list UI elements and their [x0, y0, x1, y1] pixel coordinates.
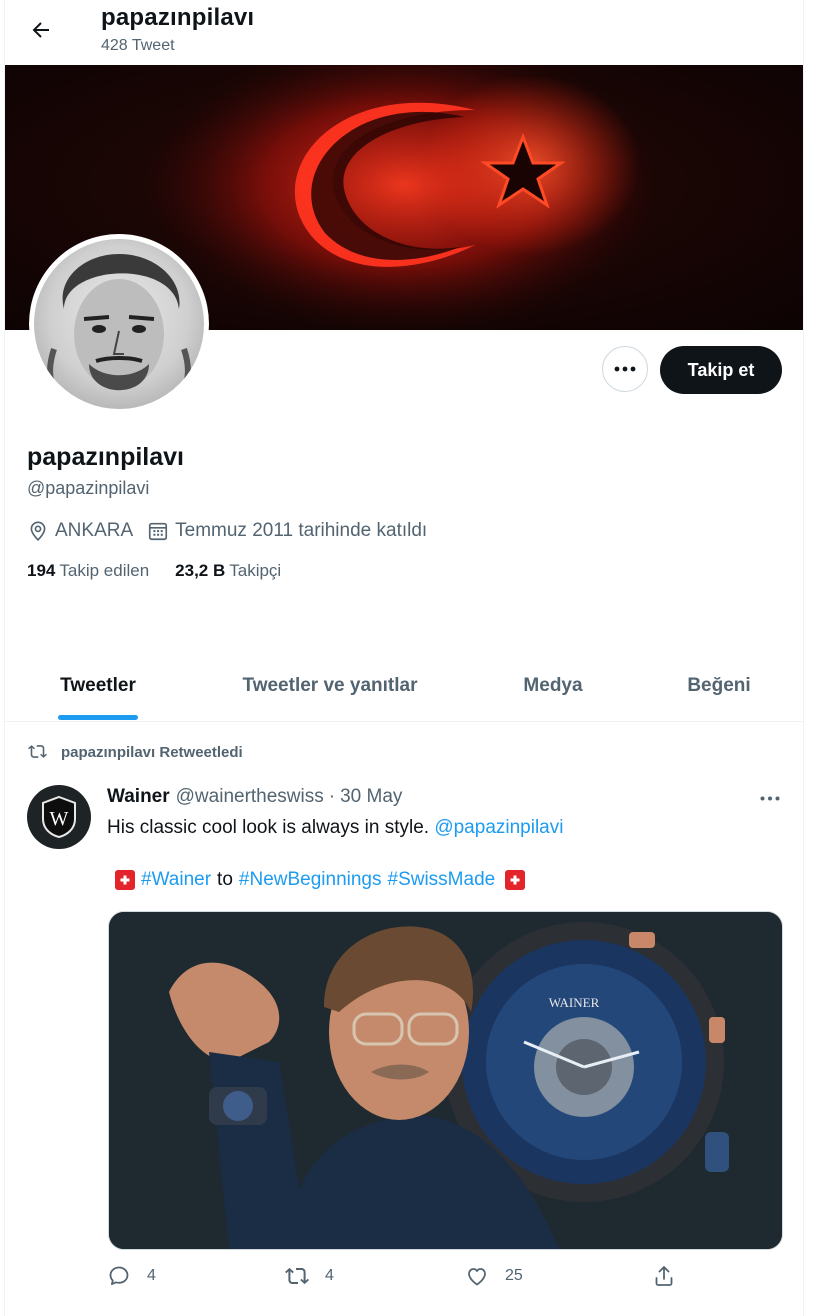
- joined-item: Temmuz 2011 tarihinde katıldı: [147, 520, 427, 542]
- retweet-notice-text: papazınpilavı Retweetledi: [61, 743, 243, 761]
- follow-button[interactable]: Takip et: [660, 346, 782, 394]
- header-title: papazınpilavı: [101, 4, 255, 31]
- profile-more-button[interactable]: [602, 346, 648, 392]
- reply-icon: [109, 1266, 129, 1285]
- hashtag-swissmade[interactable]: #SwissMade: [388, 869, 496, 891]
- profile-tabs: Tweetler Tweetler ve yanıtlar Medya Beğe…: [5, 650, 803, 722]
- following-link[interactable]: 194 Takip edilen: [27, 561, 149, 581]
- tweet-text: His classic cool look is always in style…: [107, 817, 563, 839]
- hashtag-newbeginnings[interactable]: #NewBeginnings: [239, 869, 382, 891]
- profile-avatar[interactable]: [29, 234, 209, 414]
- location-text: ANKARA: [55, 520, 134, 541]
- tweet-mention[interactable]: @papazinpilavi: [434, 817, 563, 838]
- profile-page: papazınpilavı 428 Tweet Takip et papazın…: [4, 0, 804, 1316]
- tweet-hashtags: #Wainer to #NewBeginnings #SwissMade: [109, 869, 531, 891]
- retweet-icon: [285, 1267, 309, 1285]
- share-button[interactable]: [652, 1264, 692, 1288]
- tweet-author-handle[interactable]: @wainertheswiss: [176, 786, 324, 808]
- arrow-left-icon: [32, 22, 49, 38]
- tweet-word-to: to: [217, 869, 233, 890]
- profile-stats: 194 Takip edilen 23,2 B Takipçi: [27, 561, 307, 581]
- share-icon: [655, 1266, 673, 1286]
- more-horizontal-icon: [760, 796, 780, 800]
- swiss-flag-icon: [115, 870, 135, 890]
- wainer-logo-icon: W: [42, 795, 76, 839]
- tweet-author-name[interactable]: Wainer: [107, 786, 170, 808]
- profile-meta: ANKARA Temmuz 2011 tarihinde katıldı: [27, 518, 441, 544]
- tweet-text-main: His classic cool look is always in style…: [107, 817, 430, 838]
- location-item: ANKARA: [27, 520, 133, 542]
- reply-count: 4: [147, 1267, 156, 1284]
- avatar-portrait-image: [34, 239, 204, 409]
- tweet-more-button[interactable]: [755, 786, 785, 810]
- active-tab-indicator: [58, 715, 138, 720]
- like-count: 25: [505, 1267, 523, 1284]
- svg-text:WAINER: WAINER: [549, 995, 600, 1010]
- reply-button[interactable]: 4: [107, 1264, 156, 1288]
- retweet-icon: [28, 745, 47, 758]
- hashtag-wainer[interactable]: #Wainer: [141, 869, 211, 891]
- followers-link[interactable]: 23,2 B Takipçi: [175, 561, 281, 581]
- tweet-separator: ·: [328, 786, 336, 807]
- retweet-button[interactable]: 4: [285, 1264, 334, 1288]
- tab-tweets-and-replies[interactable]: Tweetler ve yanıtlar: [220, 650, 440, 721]
- followers-count: 23,2 B: [175, 561, 226, 580]
- calendar-icon: [149, 522, 168, 541]
- following-count: 194: [27, 561, 56, 580]
- svg-text:W: W: [50, 808, 69, 830]
- like-button[interactable]: 25: [465, 1264, 523, 1288]
- tweet-media-image[interactable]: WAINER: [108, 911, 783, 1250]
- tweet-header: Wainer @wainertheswiss · 30 May: [107, 786, 402, 808]
- tweet-date[interactable]: 30 May: [340, 786, 402, 808]
- following-label: Takip edilen: [59, 561, 150, 580]
- heart-icon: [468, 1268, 486, 1286]
- tweet-author-avatar[interactable]: W: [27, 785, 91, 849]
- retweet-count: 4: [325, 1267, 334, 1284]
- location-pin-icon: [30, 521, 46, 542]
- profile-handle: @papazinpilavi: [27, 478, 150, 498]
- top-bar: papazınpilavı 428 Tweet: [5, 0, 803, 64]
- profile-display-name: papazınpilavı: [27, 443, 184, 471]
- followers-label: Takipçi: [229, 561, 282, 580]
- tab-media[interactable]: Medya: [503, 650, 603, 721]
- watch-ad-photo: WAINER: [109, 912, 782, 1249]
- more-horizontal-icon: [614, 366, 636, 372]
- header-tweet-count: 428 Tweet: [101, 37, 175, 54]
- tweet-actions: 4 4 25: [107, 1264, 707, 1294]
- joined-text: Temmuz 2011 tarihinde katıldı: [175, 520, 428, 541]
- tab-likes[interactable]: Beğeni: [669, 650, 769, 721]
- tab-tweets[interactable]: Tweetler: [45, 650, 151, 721]
- swiss-flag-icon: [505, 870, 526, 890]
- retweet-notice[interactable]: papazınpilavı Retweetledi: [27, 742, 243, 762]
- back-button[interactable]: [23, 12, 59, 48]
